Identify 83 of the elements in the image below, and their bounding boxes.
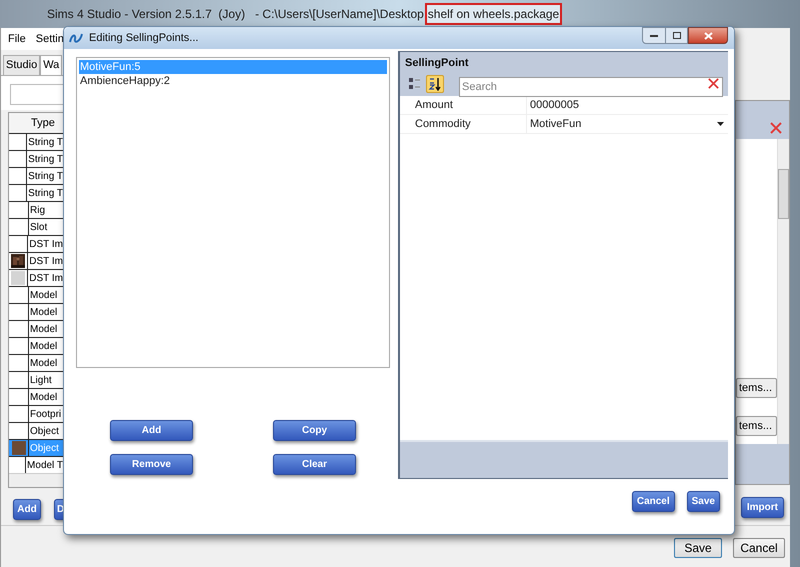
table-cell-text: String T (27, 136, 63, 150)
thumbnail (12, 441, 26, 455)
table-cell-text: String T (27, 170, 63, 184)
maximize-button[interactable] (666, 27, 688, 44)
footer-button[interactable]: Save (674, 538, 722, 558)
table-cell-text: Footpri (29, 408, 62, 422)
property-value[interactable]: 00000005 (527, 96, 728, 114)
input-field[interactable] (10, 84, 64, 105)
table-row[interactable]: Footpri (9, 405, 63, 422)
minimize-button[interactable] (642, 27, 666, 44)
dialog-button[interactable]: Cancel (632, 491, 675, 512)
list-button[interactable]: Copy (273, 420, 356, 441)
tab[interactable]: Wa (40, 55, 62, 75)
menu-item[interactable]: Settin (36, 30, 64, 48)
table-cell-text: Model (29, 306, 58, 320)
table-cell-text: Model (29, 288, 58, 302)
table-cell-text: Object (29, 424, 59, 438)
list-button[interactable]: Add (110, 420, 193, 441)
dialog-button[interactable]: Save (686, 491, 720, 512)
items-button[interactable]: tems... (736, 378, 777, 398)
property-name: Amount (400, 96, 527, 114)
table-row[interactable]: Object (9, 422, 63, 439)
panel-footer (736, 444, 789, 484)
sort-icon (428, 76, 442, 90)
action-button[interactable]: Add (13, 499, 41, 520)
menu-item[interactable]: File (8, 30, 26, 48)
table-cell-text: String T (27, 186, 63, 200)
table-cell-text: Model (29, 390, 58, 404)
table-row[interactable]: DST Im (9, 252, 63, 269)
table-row[interactable]: Rig (9, 201, 63, 218)
table-row[interactable]: Slot (9, 218, 63, 235)
table-cell-text: Light (29, 374, 52, 388)
window-title: Sims 4 Studio - Version 2.5.1.7 (Joy) - C:\Users\[UserName]\Desktop (47, 6, 424, 23)
sort-alphabetical-button[interactable] (426, 74, 444, 92)
table-cell-text: Slot (29, 220, 48, 234)
table-row[interactable]: Model (9, 320, 63, 337)
table-row[interactable]: Model (9, 303, 63, 320)
search-field[interactable]: Search (459, 76, 723, 96)
table-cell-text: Model (29, 322, 58, 336)
tab[interactable]: Studio (3, 55, 40, 75)
import-button[interactable]: Import (740, 497, 784, 518)
items-button[interactable]: tems... (736, 416, 777, 436)
footer-button[interactable]: Cancel (733, 538, 785, 558)
table-cell-text: Model T (26, 458, 63, 472)
file-name: shelf on wheels.package (424, 3, 562, 25)
close-icon (704, 32, 712, 40)
table-cell-text: Model (29, 356, 58, 370)
table-row[interactable]: Light (9, 371, 63, 388)
list-item[interactable]: AmbienceHappy:2 (79, 74, 387, 88)
panel-title: SellingPoint (405, 56, 470, 71)
table-cell-text: String T (27, 152, 63, 166)
table-row[interactable]: DST Im (9, 235, 63, 252)
table-row[interactable]: Model T (9, 456, 63, 473)
scrollbar[interactable] (9, 473, 63, 487)
table-cell-text: Object (29, 442, 59, 456)
dropdown-caret-icon[interactable] (717, 122, 724, 126)
table-row[interactable]: String T (9, 167, 63, 184)
table-cell-text: DST Im (28, 238, 63, 252)
list-box[interactable]: MotiveFun:5 AmbienceHappy:2 (76, 57, 390, 368)
property-value[interactable]: MotiveFun (527, 114, 717, 132)
table-row[interactable]: String T (9, 184, 63, 201)
clear-icon[interactable] (707, 76, 720, 90)
table-row[interactable]: Model (9, 286, 63, 303)
dialog-title: Editing SellingPoints... (89, 30, 198, 46)
app-icon (69, 32, 83, 44)
list-button[interactable]: Remove (110, 454, 193, 475)
scrollbar[interactable] (777, 139, 789, 444)
table-row[interactable]: String T (9, 150, 63, 167)
table-cell-text: Model (29, 340, 58, 354)
thumbnail (11, 271, 26, 285)
clear-icon[interactable] (769, 121, 783, 135)
close-button[interactable] (688, 27, 728, 44)
table-row[interactable]: Model (9, 337, 63, 354)
table-cell-text: DST Im (28, 272, 63, 286)
table-row[interactable]: Model (9, 388, 63, 405)
table-row[interactable]: Model (9, 354, 63, 371)
table-row[interactable]: String T (9, 133, 63, 150)
table-cell-text: DST Im (28, 254, 63, 268)
table-row[interactable]: DST Im (9, 269, 63, 286)
table-cell-text: Rig (29, 204, 46, 218)
property-name: Commodity (400, 114, 527, 132)
category-icon (408, 77, 420, 90)
list-button[interactable]: Clear (273, 454, 356, 475)
